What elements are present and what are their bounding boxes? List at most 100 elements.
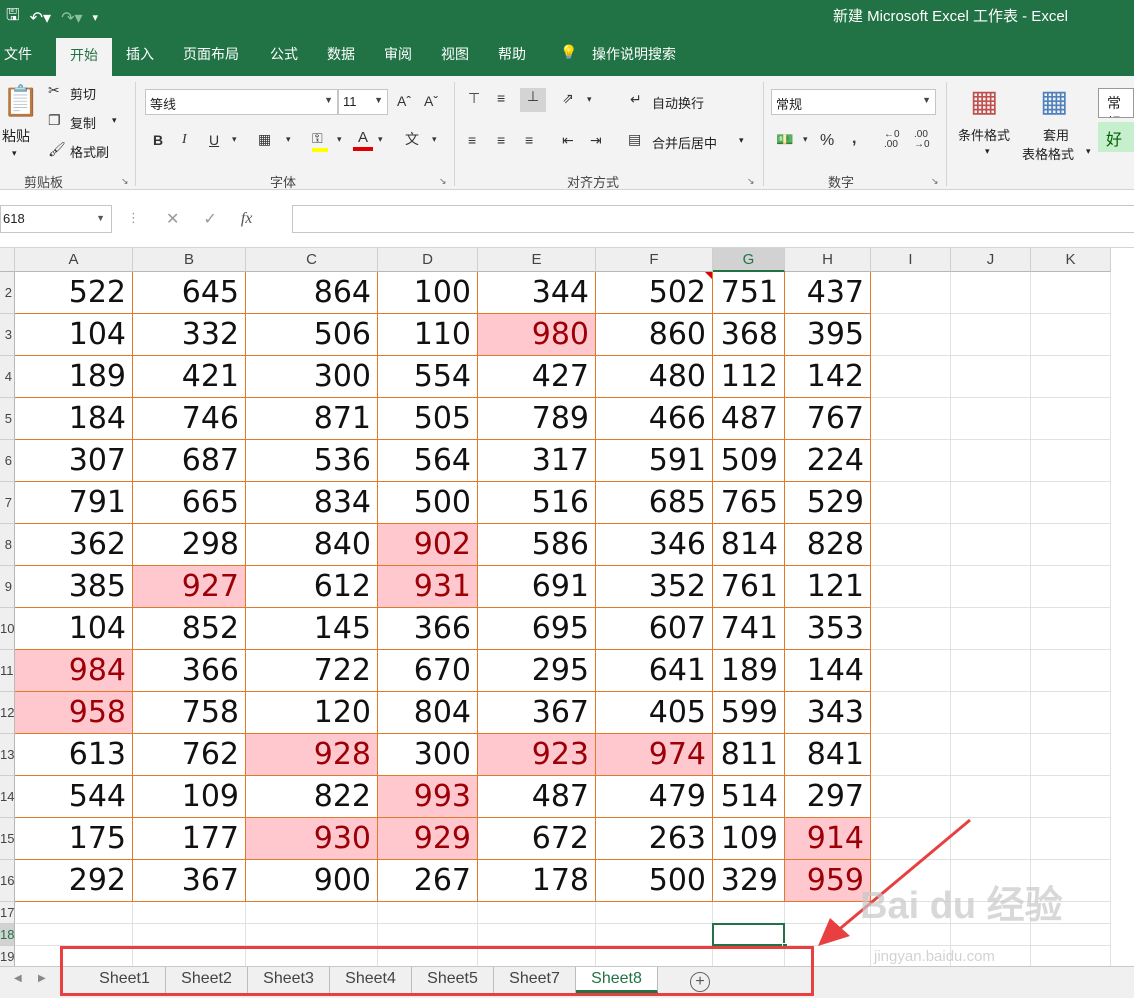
cell[interactable]: 930: [246, 818, 378, 860]
cell[interactable]: [871, 440, 951, 482]
cell[interactable]: 385: [15, 566, 133, 608]
cell[interactable]: [871, 650, 951, 692]
tab-insert[interactable]: 插入: [126, 44, 154, 64]
row-header[interactable]: 9: [0, 566, 15, 608]
cell[interactable]: 292: [15, 860, 133, 902]
cell[interactable]: 691: [478, 566, 596, 608]
comma-icon[interactable]: ,: [852, 130, 856, 148]
align-top-icon[interactable]: ⊤: [468, 90, 480, 107]
cell[interactable]: [133, 902, 246, 924]
cell[interactable]: 120: [246, 692, 378, 734]
cell[interactable]: [15, 924, 133, 946]
cell[interactable]: 791: [15, 482, 133, 524]
undo-icon[interactable]: ↶▾: [30, 8, 51, 28]
cell[interactable]: 822: [246, 776, 378, 818]
underline-button[interactable]: U: [209, 132, 219, 148]
row-header[interactable]: 16: [0, 860, 15, 902]
cell[interactable]: [1031, 776, 1111, 818]
cell[interactable]: 142: [785, 356, 871, 398]
cell[interactable]: 367: [133, 860, 246, 902]
cell[interactable]: 685: [596, 482, 713, 524]
cell[interactable]: 758: [133, 692, 246, 734]
cell[interactable]: [1031, 650, 1111, 692]
row-header[interactable]: 13: [0, 734, 15, 776]
row-header[interactable]: 3: [0, 314, 15, 356]
cell[interactable]: 672: [478, 818, 596, 860]
orientation-dropdown-icon[interactable]: ▾: [587, 94, 592, 105]
increase-indent-icon[interactable]: ⇥: [590, 132, 602, 149]
cell[interactable]: 586: [478, 524, 596, 566]
cell[interactable]: 529: [785, 482, 871, 524]
cell[interactable]: [951, 314, 1031, 356]
cell[interactable]: 860: [596, 314, 713, 356]
cell[interactable]: 544: [15, 776, 133, 818]
cell[interactable]: 145: [246, 608, 378, 650]
cell[interactable]: [1031, 482, 1111, 524]
cell[interactable]: [596, 902, 713, 924]
cell[interactable]: [951, 524, 1031, 566]
cell[interactable]: 366: [378, 608, 478, 650]
cell[interactable]: 502: [596, 272, 713, 314]
cell[interactable]: 317: [478, 440, 596, 482]
cell[interactable]: 427: [478, 356, 596, 398]
column-header-b[interactable]: B: [133, 248, 246, 272]
row-header[interactable]: 18: [0, 924, 15, 946]
cell[interactable]: 864: [246, 272, 378, 314]
format-as-table-label-2[interactable]: 表格格式: [1022, 144, 1074, 163]
cell[interactable]: [246, 902, 378, 924]
copy-dropdown-icon[interactable]: ▾: [112, 115, 117, 126]
row-header[interactable]: 6: [0, 440, 15, 482]
cell[interactable]: [871, 314, 951, 356]
row-header[interactable]: 17: [0, 902, 15, 924]
font-color-icon[interactable]: A: [353, 129, 373, 151]
cell[interactable]: 741: [713, 608, 785, 650]
cell[interactable]: [15, 902, 133, 924]
cell[interactable]: 695: [478, 608, 596, 650]
column-header-k[interactable]: K: [1031, 248, 1111, 272]
column-header-c[interactable]: C: [246, 248, 378, 272]
orientation-icon[interactable]: ⇗: [562, 90, 574, 107]
cell[interactable]: [871, 482, 951, 524]
next-sheet-icon[interactable]: ▶: [38, 973, 46, 984]
align-middle-icon[interactable]: ≡: [497, 90, 505, 106]
cancel-icon[interactable]: ✕: [166, 209, 179, 229]
insert-function-button[interactable]: fx: [241, 210, 253, 228]
cell[interactable]: [1031, 692, 1111, 734]
decrease-indent-icon[interactable]: ⇤: [562, 132, 574, 149]
cell[interactable]: 352: [596, 566, 713, 608]
cell[interactable]: 974: [596, 734, 713, 776]
align-left-icon[interactable]: ≡: [468, 132, 476, 148]
tab-file[interactable]: 文件: [4, 44, 32, 64]
clipboard-launcher-icon[interactable]: ↘: [121, 176, 129, 187]
tab-help[interactable]: 帮助: [498, 44, 526, 64]
cell[interactable]: [713, 902, 785, 924]
cell[interactable]: [871, 356, 951, 398]
cell[interactable]: 751: [713, 272, 785, 314]
cell[interactable]: [1031, 356, 1111, 398]
cell[interactable]: 263: [596, 818, 713, 860]
cell[interactable]: 421: [133, 356, 246, 398]
cell[interactable]: [951, 356, 1031, 398]
cell[interactable]: [1031, 734, 1111, 776]
cell[interactable]: 828: [785, 524, 871, 566]
style-normal[interactable]: 常规: [1098, 88, 1134, 118]
cell[interactable]: 368: [713, 314, 785, 356]
cell[interactable]: 109: [133, 776, 246, 818]
select-all-corner[interactable]: [0, 248, 15, 272]
enter-icon[interactable]: ✓: [203, 209, 216, 229]
number-launcher-icon[interactable]: ↘: [931, 176, 939, 187]
cell[interactable]: 343: [785, 692, 871, 734]
style-good[interactable]: 好: [1098, 122, 1134, 152]
number-format-select[interactable]: 常规 ▼: [771, 89, 936, 115]
cell[interactable]: 300: [246, 356, 378, 398]
row-header[interactable]: 15: [0, 818, 15, 860]
cell[interactable]: 900: [246, 860, 378, 902]
format-painter-button[interactable]: 格式刷: [70, 142, 109, 161]
cell[interactable]: [246, 924, 378, 946]
row-header[interactable]: 7: [0, 482, 15, 524]
cell[interactable]: [1031, 314, 1111, 356]
cell[interactable]: 931: [378, 566, 478, 608]
cell[interactable]: 307: [15, 440, 133, 482]
cell[interactable]: [378, 924, 478, 946]
cell[interactable]: [951, 482, 1031, 524]
